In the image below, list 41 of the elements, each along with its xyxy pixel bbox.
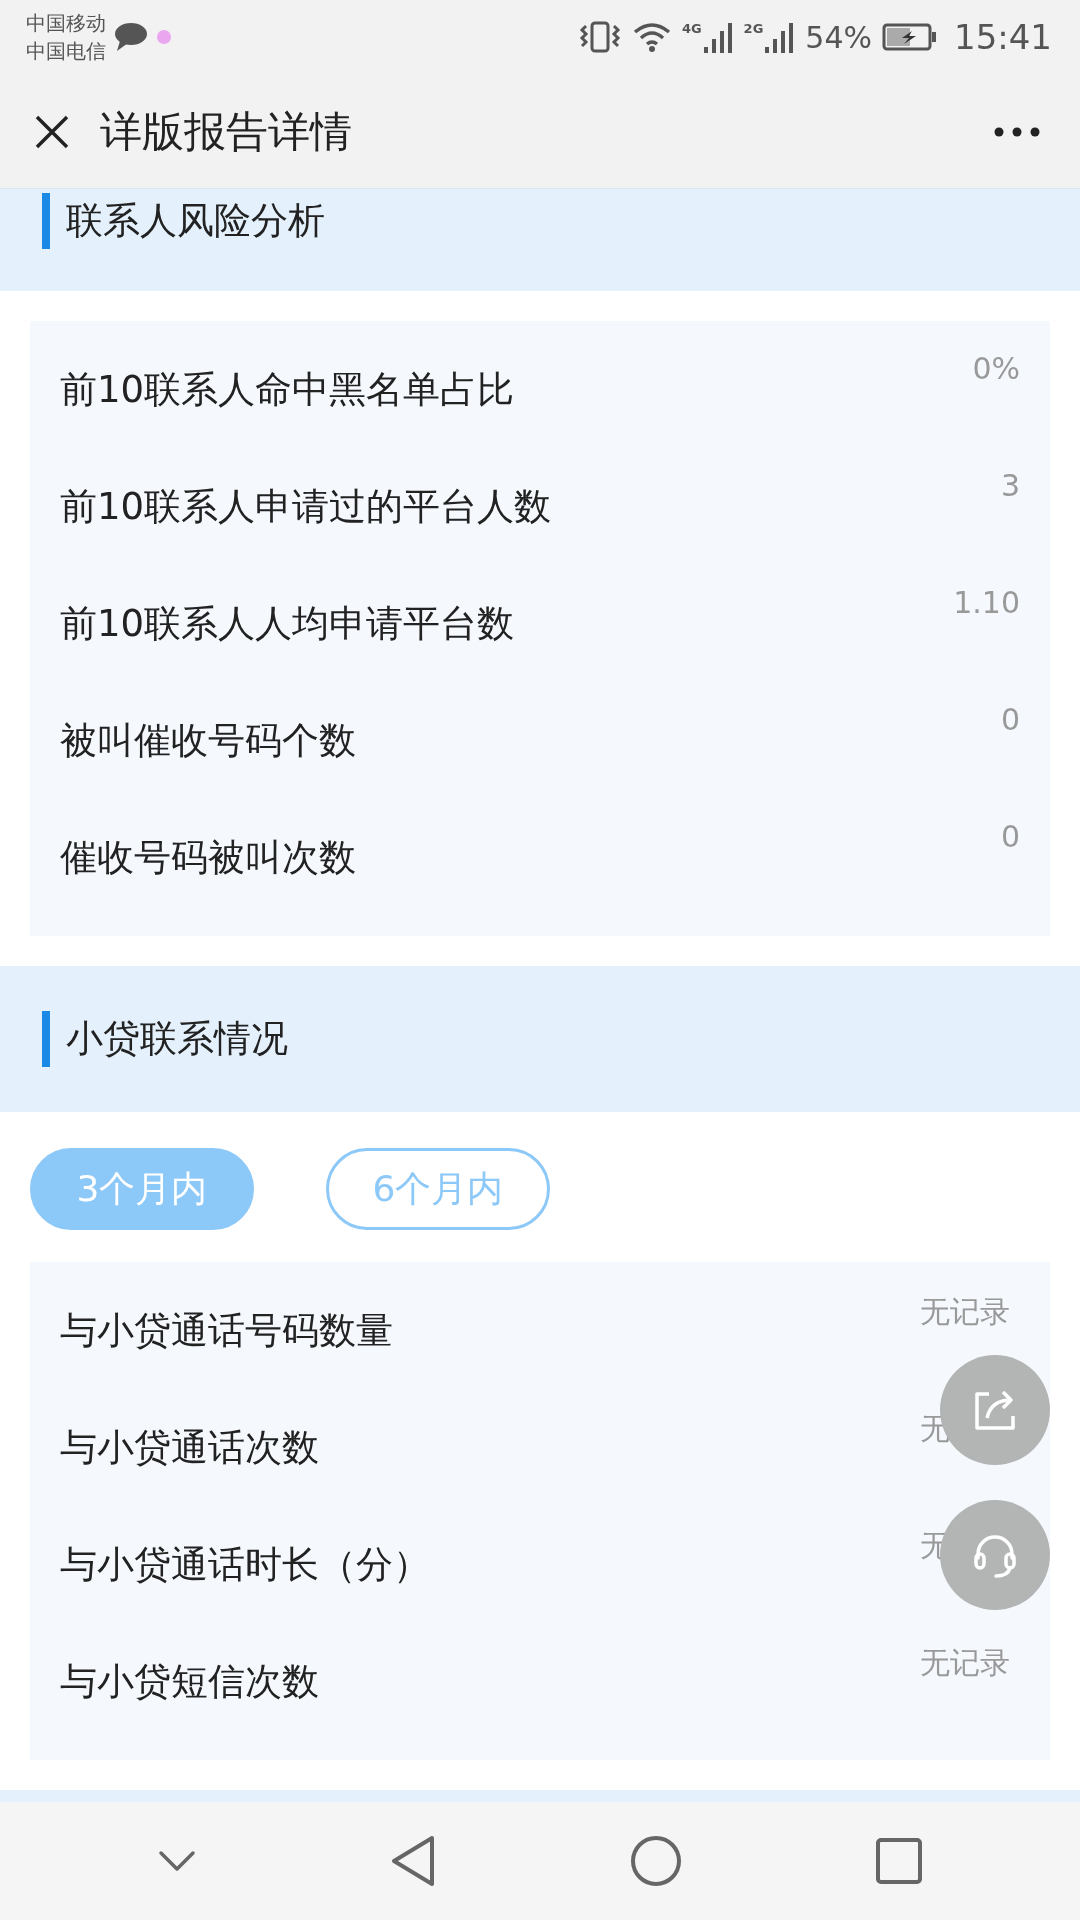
row-value: 0 bbox=[1000, 819, 1020, 855]
vibrate-icon bbox=[577, 20, 622, 55]
row-label: 被叫催收号码个数 bbox=[60, 717, 356, 764]
chevron-down-icon bbox=[156, 1849, 197, 1874]
signal-icon bbox=[765, 21, 796, 54]
row-label: 与小贷通话号码数量 bbox=[60, 1307, 393, 1354]
section-title: 小贷联系情况 bbox=[42, 1011, 288, 1068]
row-value: 1.10 bbox=[953, 585, 1020, 621]
row-label: 与小贷短信次数 bbox=[60, 1658, 319, 1705]
signal-icon bbox=[703, 21, 734, 54]
clock-time: 15:41 bbox=[954, 17, 1052, 58]
share-icon bbox=[973, 1388, 1017, 1433]
recent-apps-icon bbox=[875, 1837, 924, 1886]
carrier-name: 中国电信 bbox=[26, 38, 106, 66]
section-title: 联系人风险分析 bbox=[42, 193, 325, 250]
carrier-name: 中国移动 bbox=[26, 10, 106, 38]
close-icon bbox=[34, 113, 70, 150]
more-icon bbox=[994, 126, 1040, 137]
chat-bubble-icon bbox=[114, 22, 148, 53]
notification-dot-icon bbox=[156, 29, 172, 46]
wifi-icon bbox=[631, 20, 672, 55]
row-label: 与小贷通话时长（分） bbox=[60, 1541, 430, 1588]
row-value: 无记录 bbox=[920, 1294, 1010, 1330]
period-tab[interactable]: 6个月内 bbox=[326, 1148, 550, 1231]
back-icon bbox=[390, 1834, 437, 1889]
row-label: 前10联系人人均申请平台数 bbox=[60, 600, 515, 647]
row-value: 3 bbox=[1000, 468, 1020, 504]
row-label: 与小贷通话次数 bbox=[60, 1424, 319, 1471]
page-title: 详版报告详情 bbox=[100, 105, 353, 158]
row-value: 无记录 bbox=[920, 1645, 1010, 1681]
home-icon bbox=[629, 1835, 682, 1888]
battery-icon bbox=[882, 22, 938, 53]
row-label: 前10联系人命中黑名单占比 bbox=[60, 366, 515, 413]
network-type-label: 2G bbox=[743, 21, 764, 37]
row-label: 前10联系人申请过的平台人数 bbox=[60, 483, 552, 530]
row-value: 0% bbox=[972, 351, 1020, 387]
battery-percent: 54% bbox=[805, 19, 872, 55]
row-value: 0 bbox=[1000, 702, 1020, 738]
period-tab[interactable]: 3个月内 bbox=[30, 1148, 254, 1231]
row-label: 催收号码被叫次数 bbox=[60, 834, 356, 881]
network-type-label: 4G bbox=[681, 21, 702, 37]
